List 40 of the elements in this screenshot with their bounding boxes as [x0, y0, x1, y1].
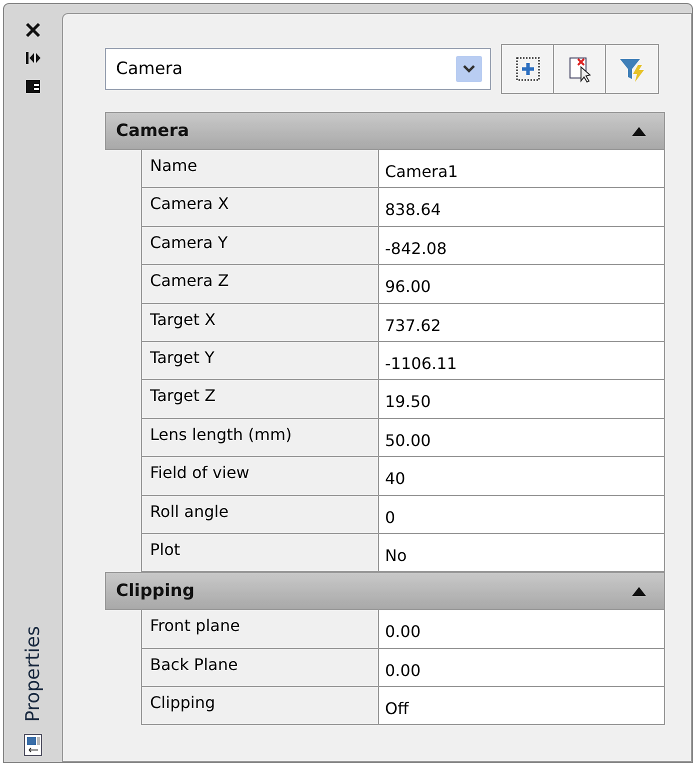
section-header[interactable]: Clipping	[105, 572, 665, 610]
auto-hide-icon[interactable]	[25, 50, 41, 66]
palette-title: Properties	[22, 626, 44, 722]
property-label: Target Z	[142, 380, 379, 418]
property-label: Target X	[142, 304, 379, 341]
property-label: Camera Z	[142, 265, 379, 303]
property-value[interactable]: 96.00	[379, 265, 664, 303]
property-label: Front plane	[142, 610, 379, 648]
property-value[interactable]: 40	[379, 457, 664, 495]
selection-box-plus-icon	[514, 55, 542, 83]
property-value[interactable]: 0	[379, 496, 664, 533]
property-value[interactable]: 19.50	[379, 380, 664, 418]
property-value[interactable]: 50.00	[379, 418, 664, 456]
property-value[interactable]: Camera1	[379, 150, 664, 188]
property-value[interactable]: -842.08	[379, 226, 664, 264]
property-value[interactable]: 0.00	[379, 610, 664, 648]
property-value[interactable]: No	[379, 534, 664, 572]
property-label: Roll angle	[142, 496, 379, 533]
property-label: Back Plane	[142, 648, 379, 686]
panel-icon[interactable]	[25, 78, 41, 94]
properties-panel-icon[interactable]	[24, 734, 42, 756]
object-type-dropdown[interactable]: Camera	[105, 48, 491, 90]
chevron-down-icon	[456, 56, 482, 82]
section-title: Clipping	[116, 581, 195, 602]
property-label: Lens length (mm)	[142, 418, 379, 456]
property-label: Field of view	[142, 457, 379, 495]
property-label: Clipping	[142, 687, 379, 724]
property-value[interactable]: 838.64	[379, 188, 664, 226]
property-label: Target Y	[142, 342, 379, 380]
section-header[interactable]: Camera	[105, 112, 665, 150]
section-title: Camera	[116, 121, 190, 141]
property-label: Name	[142, 150, 379, 188]
property-value[interactable]: Off	[379, 687, 664, 724]
property-value[interactable]: -1106.11	[379, 342, 664, 380]
property-label: Camera Y	[142, 226, 379, 264]
property-value[interactable]: 0.00	[379, 648, 664, 686]
property-value[interactable]: 737.62	[379, 304, 664, 341]
property-label: Plot	[142, 534, 379, 572]
close-icon[interactable]	[25, 22, 41, 38]
property-label: Camera X	[142, 188, 379, 226]
